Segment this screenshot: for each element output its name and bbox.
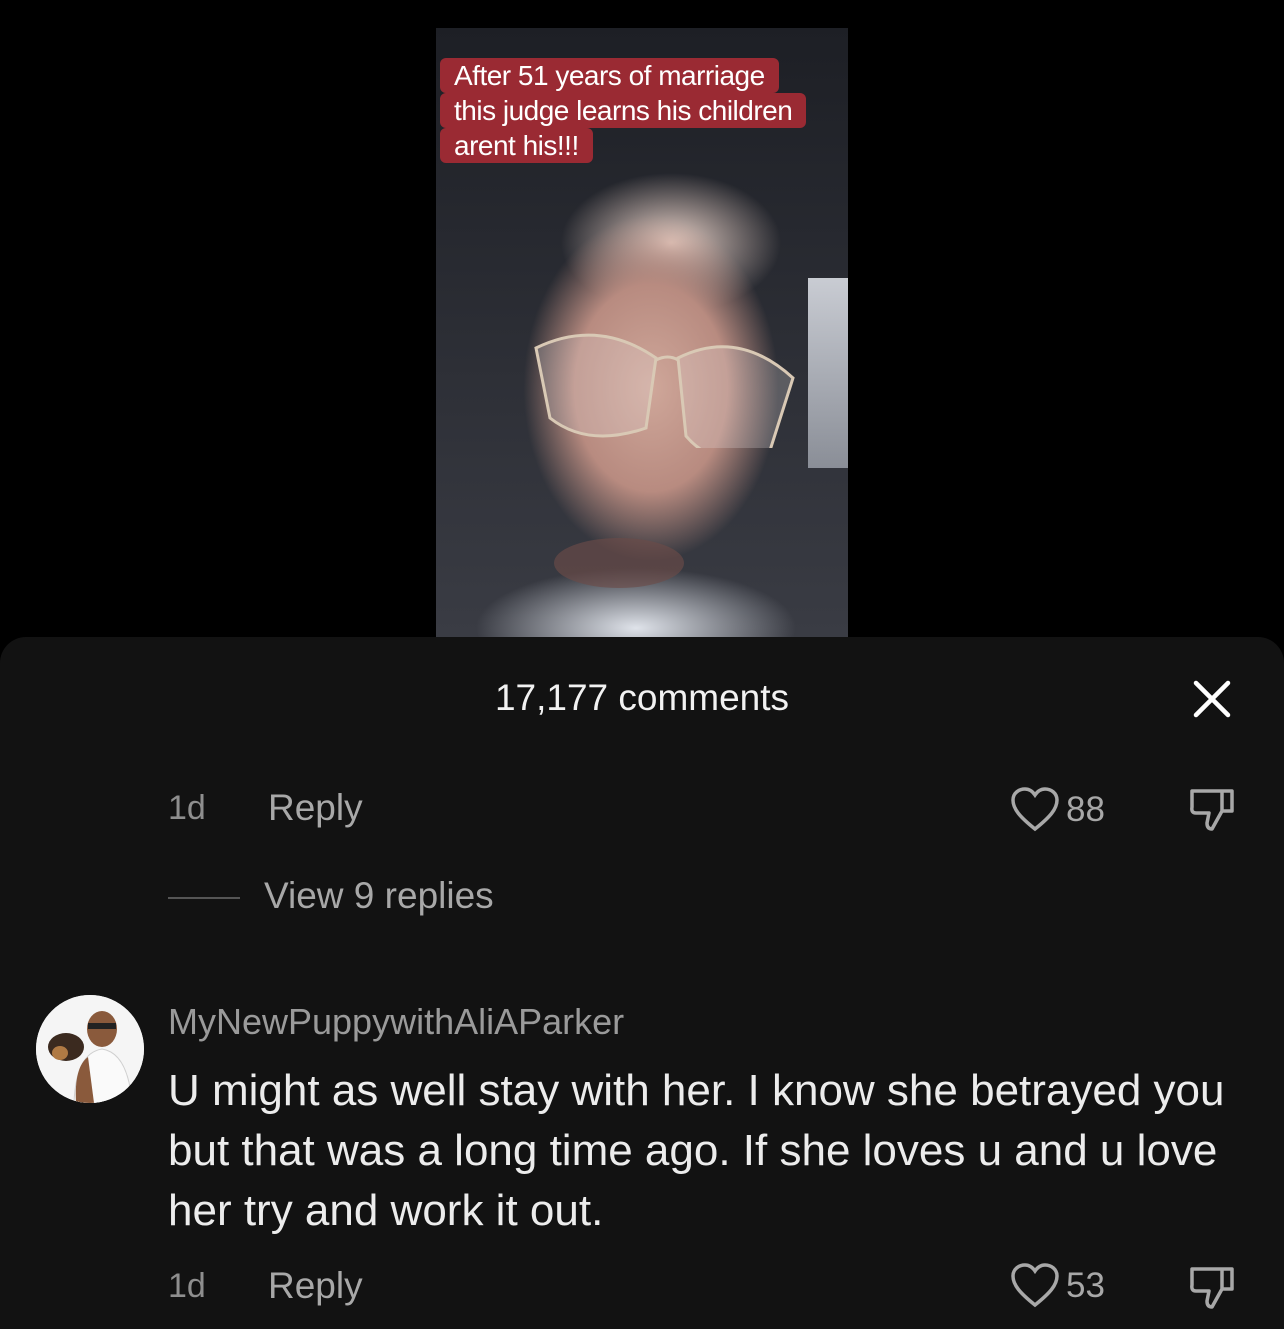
caption-line-3: arent his!!! [440, 128, 593, 163]
heart-outline-icon [1011, 1263, 1059, 1308]
close-icon[interactable] [1190, 677, 1234, 721]
avatar[interactable] [36, 995, 144, 1103]
comment-time: 1d [168, 1267, 206, 1305]
view-replies-button[interactable]: View 9 replies [264, 875, 494, 917]
caption-line-1: After 51 years of marriage [440, 58, 779, 93]
video-caption: After 51 years of marriage this judge le… [440, 58, 842, 163]
comments-sheet: 17,177 comments 1d Reply 88 View 9 repli… [0, 637, 1284, 1329]
comments-count-title: 17,177 comments [494, 677, 790, 718]
like-count: 88 [1066, 790, 1105, 829]
comment-text: U might as well stay with her. I know sh… [168, 1066, 1225, 1235]
caption-line-2: this judge learns his children [440, 93, 807, 128]
reply-button[interactable]: Reply [268, 1265, 363, 1307]
comment-time: 1d [168, 789, 206, 827]
avatar-photo [36, 995, 144, 1103]
heart-outline-icon [1011, 787, 1059, 832]
comment-username[interactable]: MyNewPuppywithAliAParker [168, 1001, 624, 1043]
like-count: 53 [1066, 1266, 1105, 1305]
eyeglasses-shape [534, 333, 795, 448]
thumbs-down-icon[interactable] [1188, 785, 1236, 833]
thumbs-down-icon[interactable] [1188, 1263, 1236, 1311]
video-thumbnail[interactable]: After 51 years of marriage this judge le… [436, 28, 848, 638]
like-button[interactable]: 53 [1010, 1263, 1105, 1309]
reply-button[interactable]: Reply [268, 787, 363, 829]
mouth-shape [554, 538, 684, 588]
replies-divider [168, 897, 240, 899]
car-window [808, 278, 848, 468]
like-button[interactable]: 88 [1010, 787, 1105, 833]
